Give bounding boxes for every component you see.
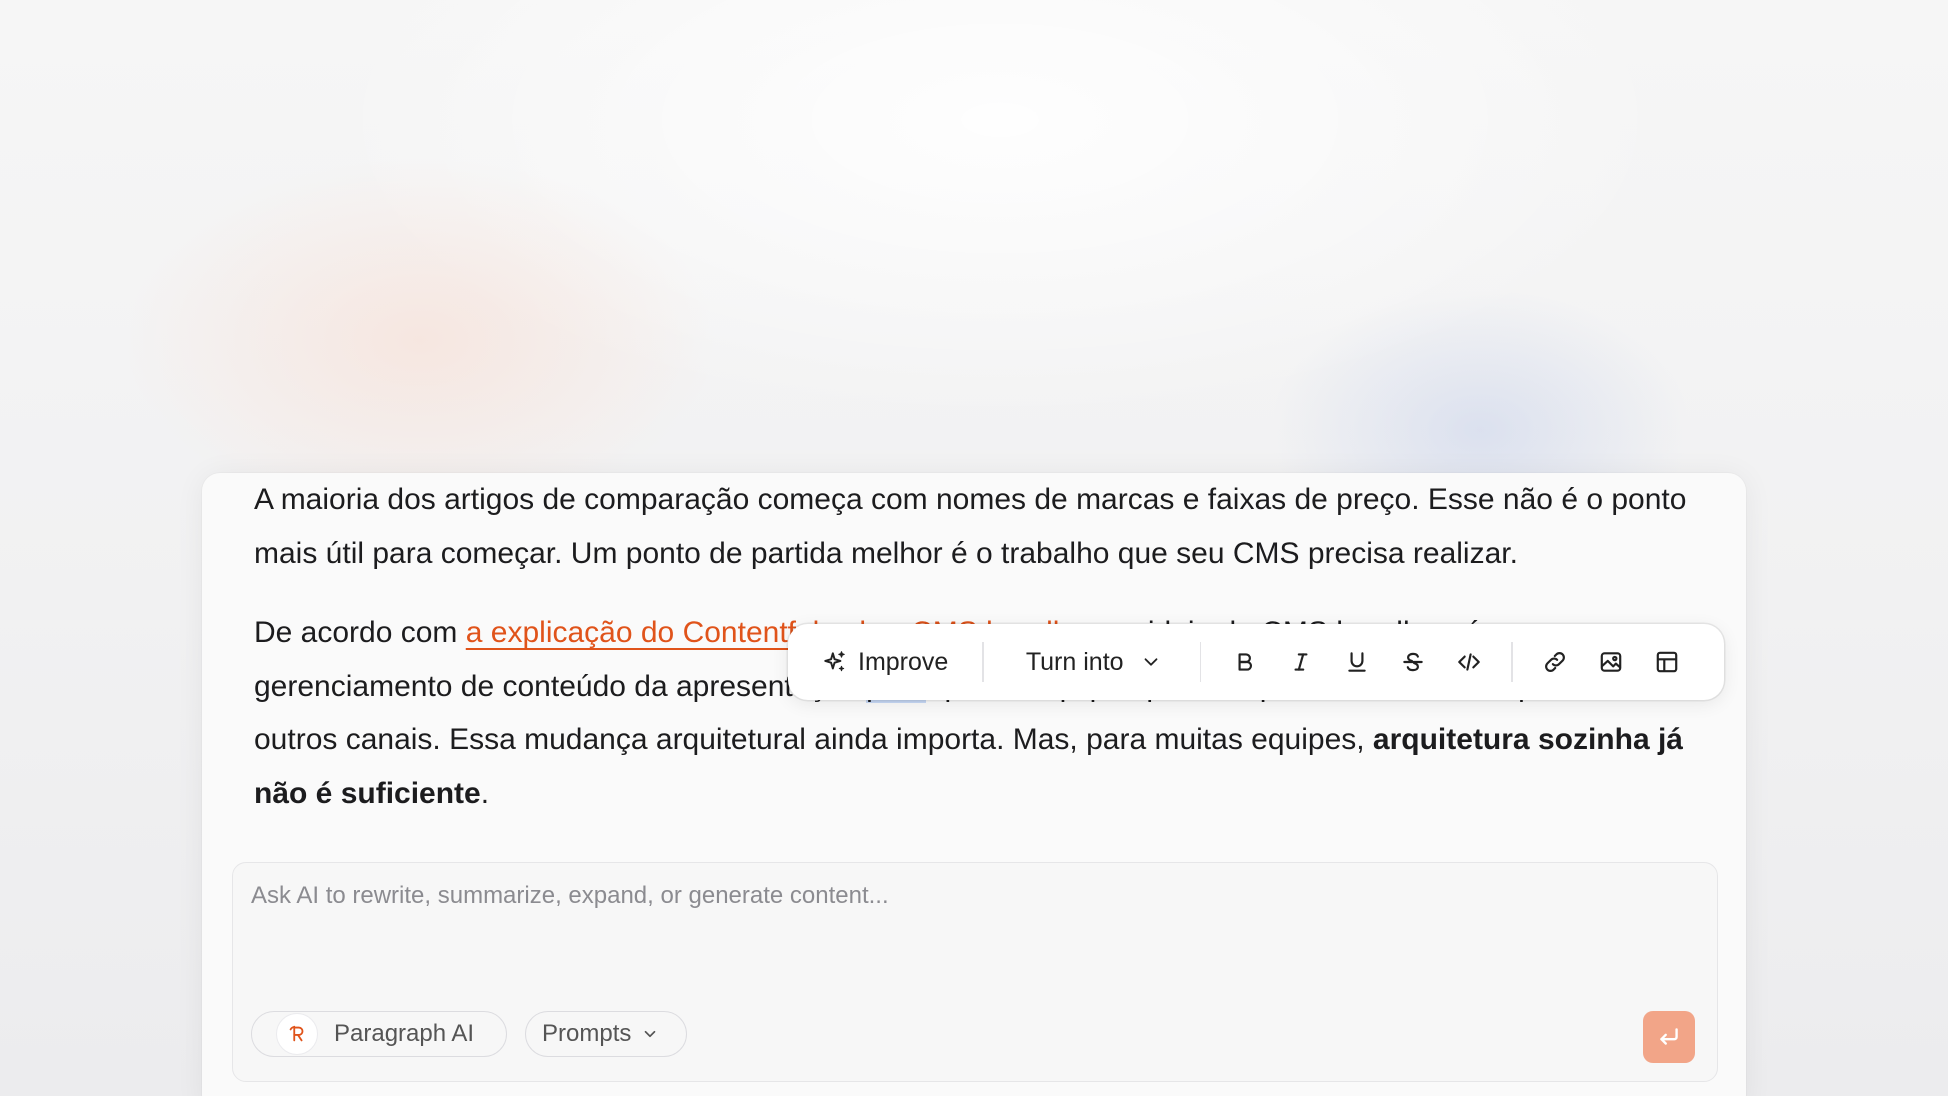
toolbar-divider <box>1511 642 1513 682</box>
link-button[interactable] <box>1527 634 1583 690</box>
improve-button[interactable]: Improve <box>822 648 948 677</box>
send-button[interactable] <box>1643 1011 1695 1063</box>
code-icon <box>1456 649 1482 675</box>
paragraph-logo-icon <box>276 1013 318 1055</box>
italic-button[interactable] <box>1273 634 1329 690</box>
enter-icon <box>1656 1024 1682 1050</box>
strikethrough-icon <box>1400 649 1426 675</box>
underline-button[interactable] <box>1329 634 1385 690</box>
table-button[interactable] <box>1639 634 1695 690</box>
bold-icon <box>1232 649 1258 675</box>
image-button[interactable] <box>1583 634 1639 690</box>
link-icon <box>1542 649 1568 675</box>
strikethrough-button[interactable] <box>1385 634 1441 690</box>
formatting-toolbar: Improve Turn into <box>788 624 1724 700</box>
turn-into-label: Turn into <box>1025 647 1124 676</box>
ai-prompt-input[interactable] <box>249 875 1693 917</box>
code-button[interactable] <box>1441 634 1497 690</box>
paragraph-1[interactable]: A maioria dos artigos de comparação come… <box>254 473 1714 580</box>
toolbar-divider <box>982 642 984 682</box>
chevron-down-icon <box>1140 651 1162 673</box>
image-icon <box>1598 649 1624 675</box>
toolbar-divider <box>1199 642 1202 682</box>
paragraph-ai-button[interactable]: Paragraph AI <box>251 1011 507 1057</box>
improve-label: Improve <box>858 647 949 676</box>
italic-icon <box>1288 649 1314 675</box>
bold-button[interactable] <box>1217 634 1273 690</box>
turn-into-dropdown[interactable]: Turn into <box>1026 648 1162 677</box>
paragraph-ai-label: Paragraph AI <box>334 1020 475 1047</box>
prompts-dropdown[interactable]: Prompts <box>525 1011 687 1057</box>
paragraph-2-text-end: . <box>480 776 490 810</box>
underline-icon <box>1344 649 1370 675</box>
chevron-down-icon <box>641 1025 659 1043</box>
ai-prompt-box: Paragraph AI Prompts <box>232 862 1718 1082</box>
prompts-label: Prompts <box>542 1020 632 1047</box>
table-icon <box>1654 649 1680 675</box>
sparkle-icon <box>822 649 848 675</box>
paragraph-2-text-start: De acordo com <box>254 616 466 649</box>
